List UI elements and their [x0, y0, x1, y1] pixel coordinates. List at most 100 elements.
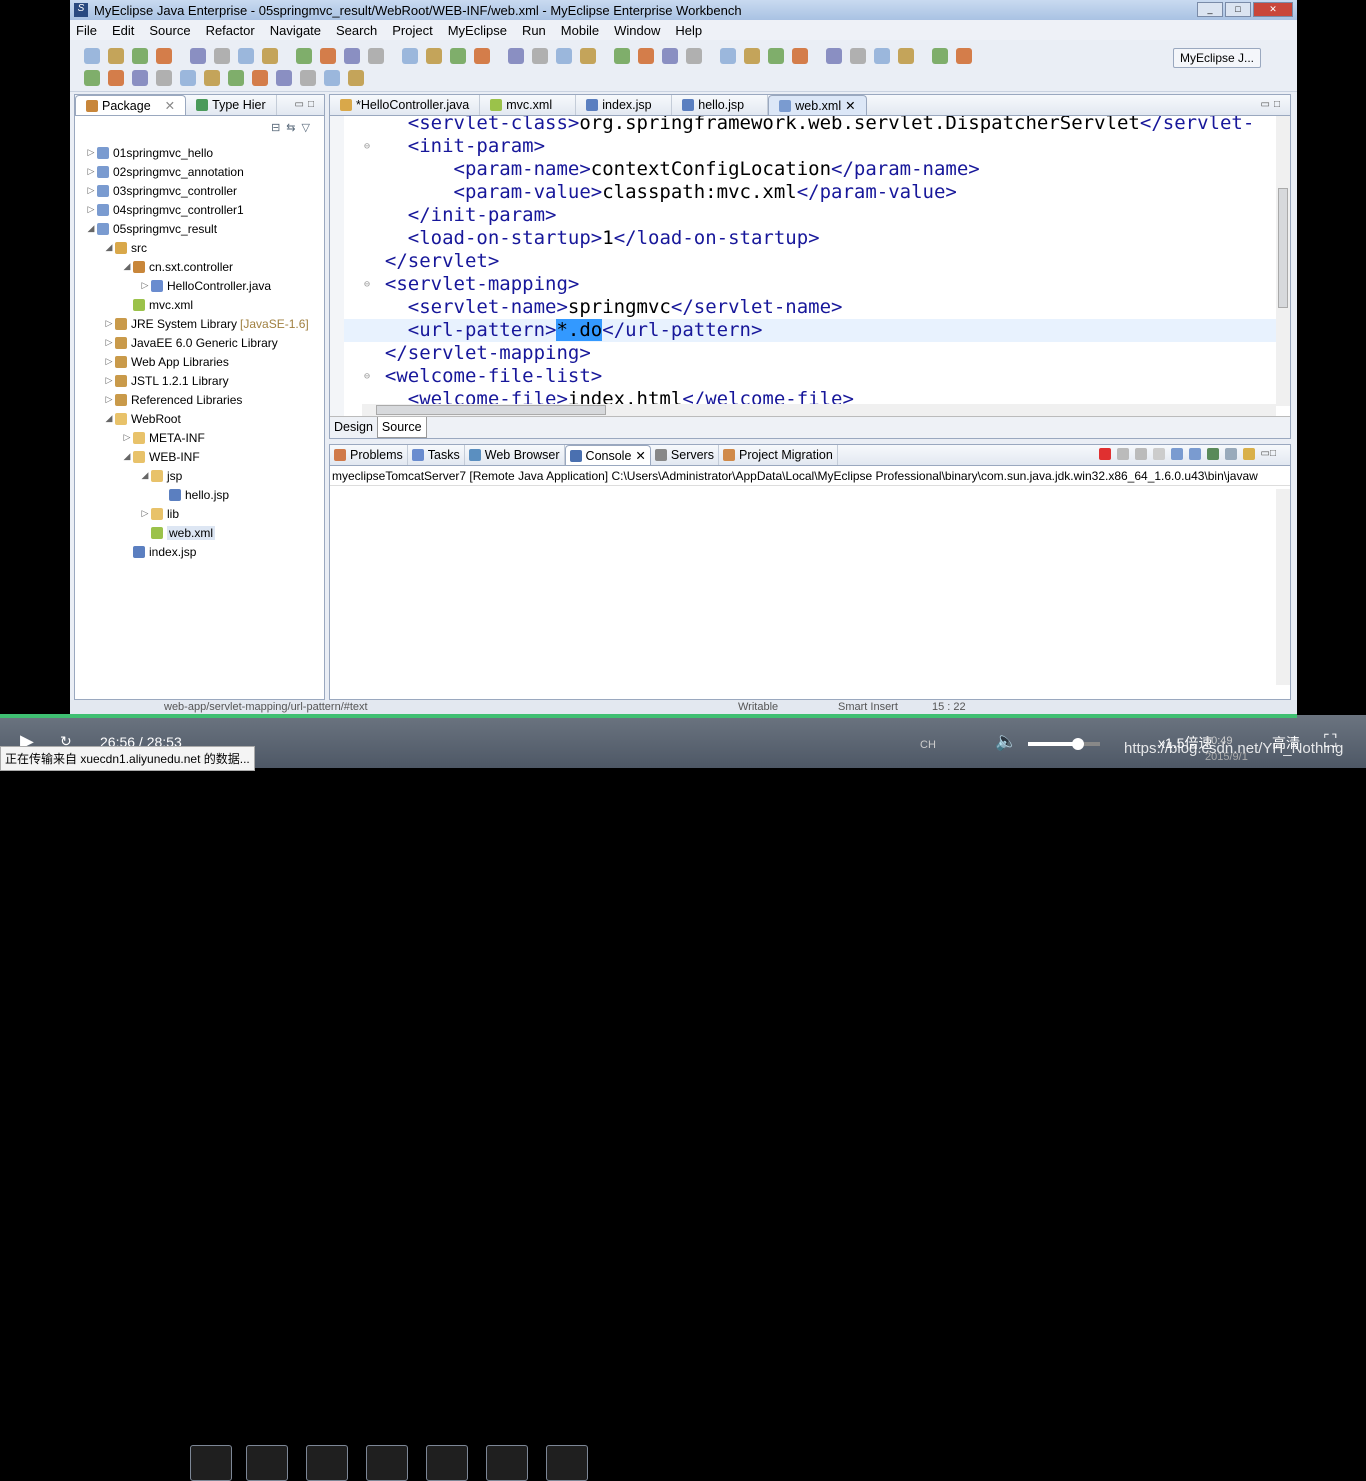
toolbar-icon[interactable]	[324, 70, 340, 86]
toolbar-icon[interactable]	[262, 48, 278, 64]
toolbar-icon[interactable]	[874, 48, 890, 64]
menu-run[interactable]: Run	[522, 23, 546, 38]
toolbar-icon[interactable]	[252, 70, 268, 86]
tab-problems[interactable]: Problems	[330, 445, 408, 465]
volume-slider[interactable]	[1028, 738, 1100, 750]
tree-item[interactable]: ▷ JSTL 1.2.1 Library	[75, 371, 324, 390]
close-icon[interactable]: ✕	[635, 448, 645, 463]
tab-servers[interactable]: Servers	[651, 445, 719, 465]
minimize-maximize-icons[interactable]: ▭□	[295, 99, 319, 110]
video-progress-bar[interactable]	[0, 714, 1297, 718]
toolbar-icon[interactable]	[898, 48, 914, 64]
scroll-lock-icon[interactable]	[1170, 448, 1183, 460]
maximize-button[interactable]: □	[1225, 2, 1251, 17]
console-scrollbar[interactable]	[1276, 489, 1290, 685]
toolbar-icon[interactable]	[450, 48, 466, 64]
expand-arrow-icon[interactable]: ▷	[85, 147, 97, 158]
toolbar-icon[interactable]	[348, 70, 364, 86]
tab-webxml[interactable]: web.xml ✕	[768, 95, 867, 115]
tab-source[interactable]: Source	[376, 417, 427, 438]
expand-arrow-icon[interactable]: ▷	[103, 337, 115, 348]
toolbar-icon[interactable]	[532, 48, 548, 64]
toolbar-icon[interactable]	[132, 48, 148, 64]
fullscreen-exit-icon[interactable]: ⛶	[1324, 731, 1337, 752]
toolbar-icon[interactable]	[276, 70, 292, 86]
toolbar-icon[interactable]	[426, 48, 442, 64]
tab-console[interactable]: Console ✕	[564, 445, 651, 465]
menu-mobile[interactable]: Mobile	[561, 23, 599, 38]
tree-item[interactable]: ◢ cn.sxt.controller	[75, 257, 324, 276]
tree-item[interactable]: ◢ WEB-INF	[75, 447, 324, 466]
clear-console-icon[interactable]	[1152, 448, 1165, 460]
tab-hellojsp[interactable]: hello.jsp	[672, 95, 769, 115]
tab-type-hierarchy[interactable]: Type Hier	[186, 95, 277, 115]
toolbar-icon[interactable]	[614, 48, 630, 64]
vertical-scrollbar[interactable]	[1276, 116, 1290, 406]
tab-package[interactable]: Package ✕	[75, 95, 187, 115]
tab-indexjsp[interactable]: index.jsp	[576, 95, 673, 115]
toolbar-icon[interactable]	[156, 70, 172, 86]
tree-item[interactable]: ◢ WebRoot	[75, 409, 324, 428]
close-icon[interactable]: ✕	[165, 98, 175, 113]
show-console-icon[interactable]	[1188, 448, 1201, 460]
tab-design[interactable]: Design	[330, 417, 377, 438]
expand-arrow-icon[interactable]: ◢	[121, 261, 133, 272]
tree-item[interactable]: ▷ 02springmvc_annotation	[75, 162, 324, 181]
menu-refactor[interactable]: Refactor	[206, 23, 255, 38]
toolbar-icon[interactable]	[84, 48, 100, 64]
toolbar-icon[interactable]	[300, 70, 316, 86]
terminate-icon[interactable]	[1098, 448, 1111, 460]
code-editor[interactable]: <servlet-class>org.springframework.web.s…	[330, 116, 1290, 416]
toolbar-icon[interactable]	[368, 48, 384, 64]
tab-hellocontrollerjava[interactable]: *HelloController.java	[330, 95, 481, 115]
tree-item[interactable]: ◢ 05springmvc_result	[75, 219, 324, 238]
toolbar-icon[interactable]	[108, 48, 124, 64]
toolbar-icon[interactable]	[402, 48, 418, 64]
toolbar-icon[interactable]	[214, 48, 230, 64]
expand-arrow-icon[interactable]: ▷	[121, 432, 133, 443]
toolbar-icon[interactable]	[320, 48, 336, 64]
fold-icon[interactable]: ⊖	[364, 273, 370, 296]
toolbar-icon[interactable]	[344, 48, 360, 64]
menu-help[interactable]: Help	[675, 23, 702, 38]
menu-search[interactable]: Search	[336, 23, 377, 38]
toolbar-icon[interactable]	[238, 48, 254, 64]
toolbar-icon[interactable]	[204, 70, 220, 86]
tree-item[interactable]: ▷ Referenced Libraries	[75, 390, 324, 409]
remove-launch-icon[interactable]	[1116, 448, 1129, 460]
pin-console-icon[interactable]	[1206, 448, 1219, 460]
perspective-button[interactable]: MyEclipse J...	[1172, 48, 1261, 68]
open-console-icon[interactable]	[1242, 448, 1255, 460]
menu-file[interactable]: File	[76, 23, 97, 38]
taskbar-notepad[interactable]	[306, 1445, 348, 1481]
expand-arrow-icon[interactable]: ◢	[85, 223, 97, 234]
close-icon[interactable]: ✕	[845, 98, 855, 113]
expand-arrow-icon[interactable]: ◢	[139, 470, 151, 481]
expand-arrow-icon[interactable]: ▷	[139, 280, 151, 291]
toolbar-icon[interactable]	[638, 48, 654, 64]
expand-arrow-icon[interactable]: ▷	[85, 204, 97, 215]
expand-arrow-icon[interactable]: ▷	[103, 356, 115, 367]
tree-item[interactable]: ▷ 01springmvc_hello	[75, 143, 324, 162]
toolbar-icon[interactable]	[108, 70, 124, 86]
remove-all-icon[interactable]	[1134, 448, 1147, 460]
taskbar-myeclipse[interactable]	[546, 1445, 588, 1481]
close-button[interactable]: ✕	[1253, 2, 1293, 17]
expand-arrow-icon[interactable]: ▷	[103, 318, 115, 329]
toolbar-icon[interactable]	[556, 48, 572, 64]
toolbar-icon[interactable]	[826, 48, 842, 64]
toolbar-icon[interactable]	[662, 48, 678, 64]
minimize-button[interactable]: _	[1197, 2, 1223, 17]
menu-window[interactable]: Window	[614, 23, 660, 38]
toolbar-icon[interactable]	[850, 48, 866, 64]
expand-arrow-icon[interactable]: ▷	[85, 166, 97, 177]
tree-item[interactable]: ▷ JRE System Library [JavaSE-1.6]	[75, 314, 324, 333]
toolbar-icon[interactable]	[580, 48, 596, 64]
tree-item[interactable]: ▷ Web App Libraries	[75, 352, 324, 371]
expand-arrow-icon[interactable]: ▷	[103, 375, 115, 386]
expand-arrow-icon[interactable]: ◢	[103, 413, 115, 424]
toolbar-icon[interactable]	[768, 48, 784, 64]
tree-item[interactable]: ▷ JavaEE 6.0 Generic Library	[75, 333, 324, 352]
menu-project[interactable]: Project	[392, 23, 432, 38]
toolbar-icon[interactable]	[132, 70, 148, 86]
